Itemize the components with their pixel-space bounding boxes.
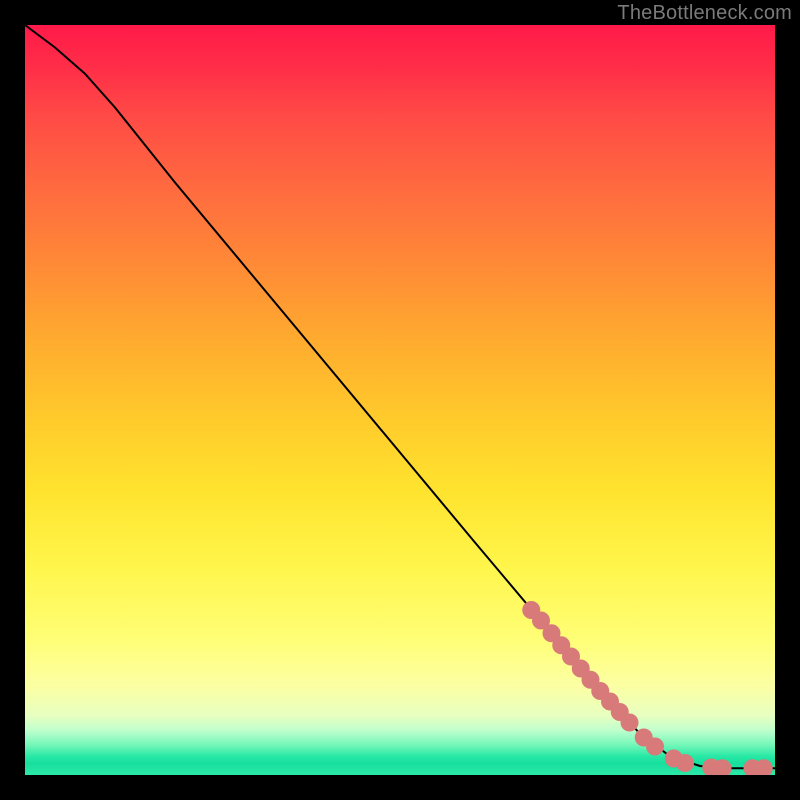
watermark-text: TheBottleneck.com xyxy=(617,2,792,25)
data-marker xyxy=(646,738,664,756)
data-marker xyxy=(676,754,694,772)
marker-group xyxy=(522,601,773,775)
chart-plot-area xyxy=(25,25,775,775)
bottleneck-curve xyxy=(25,25,775,768)
chart-overlay xyxy=(25,25,775,775)
chart-stage: TheBottleneck.com xyxy=(0,0,800,800)
data-marker xyxy=(621,714,639,732)
